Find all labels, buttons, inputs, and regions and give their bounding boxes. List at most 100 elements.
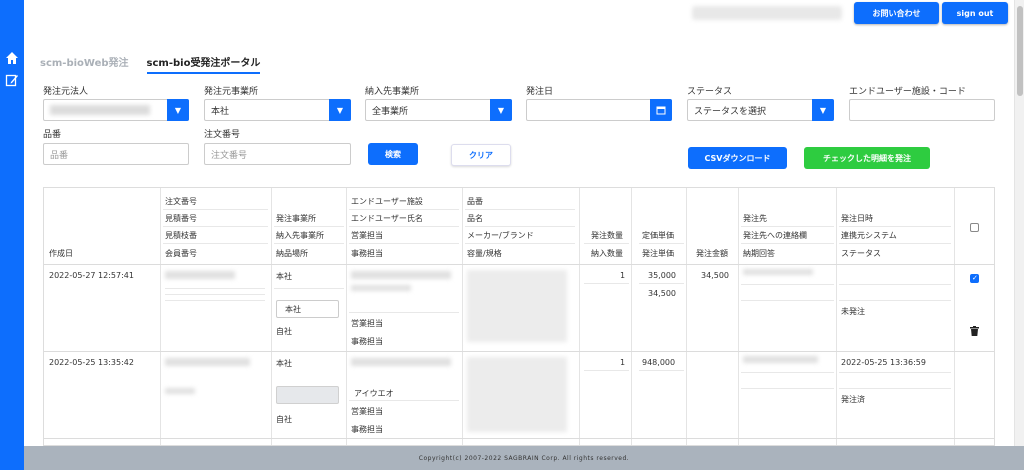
row1-order-no — [165, 271, 235, 279]
row1-clerk: 事務担当 — [351, 337, 383, 346]
header-amount: 発注金額 — [696, 249, 728, 258]
row1-order-price: 34,500 — [648, 289, 676, 298]
order-checked-button[interactable]: チェックした明細を発注 — [804, 147, 930, 169]
row2-created: 2022-05-25 13:35:42 — [49, 358, 134, 367]
chevron-down-icon[interactable]: ▼ — [490, 99, 512, 121]
header-order-no: 注文番号 — [165, 197, 197, 206]
tab-web-order[interactable]: scm-bioWeb発注 — [40, 54, 129, 74]
chevron-down-icon[interactable]: ▼ — [812, 99, 834, 121]
header-list-price: 定価単価 — [642, 231, 674, 240]
signout-button[interactable]: sign out — [942, 2, 1008, 24]
header-item-no: 品番 — [467, 197, 483, 206]
footer: Copyright(c) 2007-2022 SAGBRAIN Corp. Al… — [24, 446, 1024, 470]
row1-list-price: 35,000 — [648, 271, 676, 280]
row1-sales: 営業担当 — [351, 319, 383, 328]
row2-order-datetime: 2022-05-25 13:36:59 — [841, 358, 926, 367]
order-no-placeholder: 注文番号 — [211, 150, 248, 161]
header-enduser-name: エンドユーザー氏名 — [351, 214, 423, 223]
order-table: 作成日 注文番号 見積番号 見積枝番 会員番号 発注事業所 納入先事業所 納品場… — [43, 187, 995, 446]
search-button[interactable]: 検索 — [368, 143, 418, 165]
header-enduser-facility: エンドユーザー施設 — [351, 197, 423, 206]
orderer-site-select[interactable]: 本社 ▼ — [204, 99, 351, 121]
orderer-corp-select[interactable]: ▼ — [43, 99, 189, 121]
clear-button[interactable]: クリア — [451, 144, 511, 166]
csv-download-button[interactable]: CSVダウンロード — [688, 147, 787, 169]
status-value: ステータスを選択 — [694, 106, 767, 117]
item-label: 品番 — [43, 130, 62, 140]
scrollbar-thumb[interactable] — [1017, 6, 1023, 96]
status-select[interactable]: ステータスを選択 ▼ — [687, 99, 834, 121]
enduser-label: エンドユーザー施設・コード — [849, 87, 966, 97]
header-source-system: 連携元システム — [841, 231, 897, 240]
row1-enduser — [351, 271, 451, 279]
row1-product — [467, 270, 567, 342]
item-placeholder: 品番 — [50, 150, 69, 161]
orderer-corp-label: 発注元法人 — [43, 87, 89, 97]
tab-bar: scm-bioWeb発注 scm-bio受発注ポータル — [40, 54, 261, 74]
row2-enduser — [351, 358, 451, 366]
row1-status: 未発注 — [841, 307, 865, 316]
header-order-datetime: 発注日時 — [841, 214, 873, 223]
row2-supplier — [743, 356, 818, 363]
header-member-no: 会員番号 — [165, 249, 197, 258]
header-delivery-answer: 納期回答 — [743, 249, 775, 258]
edit-icon[interactable] — [5, 73, 19, 87]
item-input[interactable]: 品番 — [43, 143, 189, 165]
header-supplier-note: 発注先への連絡欄 — [743, 231, 807, 240]
row2-quote-no — [165, 388, 195, 394]
row1-checkbox[interactable] — [970, 274, 979, 283]
header-sales: 営業担当 — [351, 231, 383, 240]
row1-order-site: 本社 — [276, 272, 292, 281]
header-order-site: 発注事業所 — [276, 214, 316, 223]
user-info — [692, 6, 842, 20]
row2-product — [467, 357, 567, 432]
row2-clerk: 事務担当 — [351, 425, 383, 434]
dest-site-select[interactable]: 全事業所 ▼ — [365, 99, 512, 121]
orderer-site-label: 発注元事業所 — [204, 87, 259, 97]
row2-sales: 営業担当 — [351, 407, 383, 416]
status-label: ステータス — [687, 87, 733, 97]
orderer-site-value: 本社 — [211, 106, 230, 117]
row1-place: 自社 — [276, 327, 292, 336]
chevron-down-icon[interactable]: ▼ — [329, 99, 351, 121]
row2-order-no — [165, 358, 250, 366]
home-icon[interactable] — [5, 51, 19, 65]
row1-amount: 34,500 — [701, 271, 729, 280]
header-created: 作成日 — [49, 249, 73, 258]
header-status: ステータス — [841, 249, 881, 258]
row2-place: 自社 — [276, 415, 292, 424]
orderer-corp-value — [50, 105, 150, 115]
header-quote-no: 見積番号 — [165, 214, 197, 223]
row2-delivery-site[interactable] — [276, 386, 339, 404]
row1-qty: 1 — [620, 271, 626, 280]
header-delivery-qty: 納入数量 — [591, 249, 623, 258]
dest-site-label: 納入先事業所 — [365, 87, 420, 97]
order-date-label: 発注日 — [526, 87, 554, 97]
row2-enduser-name: アイウエオ — [354, 389, 394, 398]
row1-enduser-name — [351, 285, 411, 291]
row2-status: 発注済 — [841, 395, 865, 404]
order-no-input[interactable]: 注文番号 — [204, 143, 351, 165]
copyright-text: Copyright(c) 2007-2022 SAGBRAIN Corp. Al… — [418, 454, 630, 462]
row1-created: 2022-05-27 12:57:41 — [49, 271, 134, 280]
header-item-name: 品名 — [467, 214, 483, 223]
row1-delivery-site[interactable]: 本社 — [276, 300, 339, 318]
row2-qty: 1 — [620, 358, 626, 367]
header-maker: メーカー/ブランド — [467, 231, 534, 240]
contact-button[interactable]: お問い合わせ — [854, 2, 939, 24]
select-all-checkbox[interactable] — [970, 223, 979, 232]
scrollbar[interactable] — [1014, 0, 1024, 446]
trash-icon[interactable] — [970, 326, 979, 336]
header-delivery-place: 納品場所 — [276, 249, 308, 258]
row2-list-price: 948,000 — [642, 358, 676, 367]
row2-order-site: 本社 — [276, 359, 292, 368]
header-capacity: 容量/規格 — [467, 249, 502, 258]
header-order-price: 発注単価 — [642, 249, 674, 258]
chevron-down-icon[interactable]: ▼ — [167, 99, 189, 121]
enduser-input[interactable] — [849, 99, 995, 121]
header-clerk: 事務担当 — [351, 249, 383, 258]
tab-portal[interactable]: scm-bio受発注ポータル — [146, 54, 261, 74]
calendar-icon[interactable] — [650, 99, 672, 121]
order-date-input[interactable] — [526, 99, 672, 121]
row1-supplier — [743, 269, 813, 275]
